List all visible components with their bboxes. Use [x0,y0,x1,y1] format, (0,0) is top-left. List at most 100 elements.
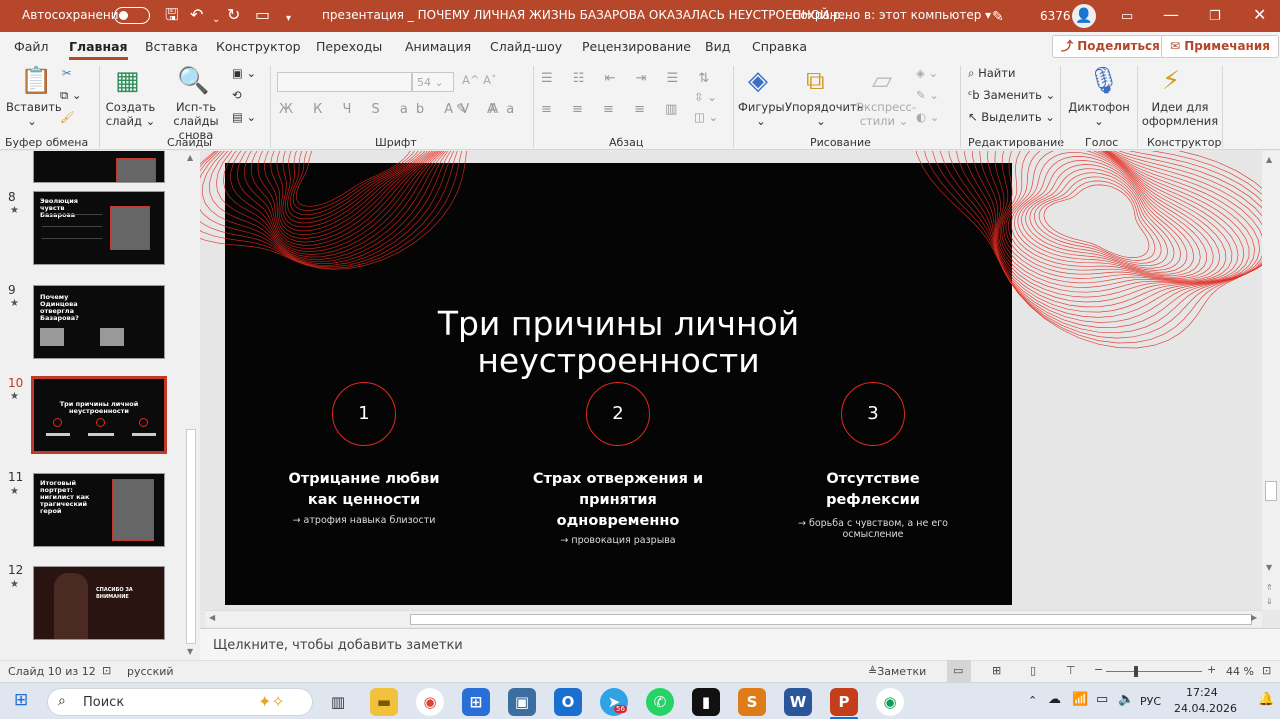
battery-icon[interactable]: ▭ [1096,692,1108,707]
new-slide-button[interactable]: Создать слайд ⌄ [103,100,158,128]
notes-placeholder[interactable]: Щелкните, чтобы добавить заметки [213,638,463,653]
reason-subtext[interactable]: → провокация разрыва [518,535,718,546]
slide-thumbnail-11[interactable]: Итоговый портрет: нигилист как трагическ… [33,473,165,547]
tab-insert[interactable]: Вставка [145,39,198,54]
reason-number-circle[interactable]: 2 [586,382,650,446]
chrome-icon[interactable]: ◉ [416,688,444,716]
select-button[interactable]: ↖ Выделить ⌄ [968,110,1055,124]
clock-date[interactable]: 24.04.2026 [1174,702,1237,715]
text-direction-icon[interactable]: ⇳ ⌄ [694,90,717,104]
shape-fill-icon[interactable]: ◈ ⌄ [916,66,938,80]
reason-heading[interactable]: Страх отвержения и принятия одновременно [518,469,718,532]
tab-animations[interactable]: Анимация [405,39,471,54]
notifications-icon[interactable]: 🔔 [1258,692,1274,707]
tab-transitions[interactable]: Переходы [316,39,382,54]
slide-thumbnail-12[interactable]: спасибо за внимание [33,566,165,640]
horizontal-scrollbar[interactable]: ◀ ▶ [205,610,1262,627]
undo-icon[interactable]: ↶ [190,6,203,24]
spellcheck-icon[interactable]: ⊡ [102,664,111,677]
cut-icon[interactable]: ✂ [62,66,72,80]
normal-view-icon[interactable]: ▭ [953,664,963,677]
clock-time[interactable]: 17:24 [1186,686,1218,699]
reason-heading[interactable]: Отсутствие рефлексии [773,469,973,511]
dictate-button[interactable]: Диктофон ⌄ [1068,100,1130,128]
language-indicator[interactable]: русский [127,665,174,678]
pen-icon[interactable]: ✎ [992,8,1004,26]
fit-to-window-icon[interactable]: ⊡ [1262,664,1271,677]
reason-number-circle[interactable]: 1 [332,382,396,446]
thumbnails-scrollbar[interactable]: ▲ ▼ [184,151,198,661]
slide-sorter-icon[interactable]: ⊞ [992,664,1001,677]
shape-outline-icon[interactable]: ✎ ⌄ [916,88,939,102]
reason-subtext[interactable]: → атрофия навыка близости [264,515,464,526]
chevron-down-icon[interactable]: ⌄ [212,11,220,29]
reset-icon[interactable]: ⟲ [232,88,242,102]
vertical-scrollbar[interactable]: ▲ ▼ ⇑ ⇓ [1262,151,1280,610]
reason-number-circle[interactable]: 3 [841,382,905,446]
tab-view[interactable]: Вид [705,39,730,54]
designer-button[interactable]: Идеи для оформления [1140,100,1220,128]
chrome-profile-icon[interactable]: ◉ [876,688,904,716]
tab-slideshow[interactable]: Слайд-шоу [490,39,562,54]
comments-button[interactable]: ✉ Примечания [1161,35,1279,58]
reason-subtext[interactable]: → борьба с чувством, а не его осмысление [773,518,973,540]
minimize-icon[interactable]: — [1163,6,1179,24]
reading-view-icon[interactable]: ▯ [1030,664,1036,677]
powerpoint-icon[interactable]: P [830,688,858,716]
zoom-out-icon[interactable]: − [1094,663,1103,676]
word-icon[interactable]: W [784,688,812,716]
font-name-box[interactable] [277,72,412,92]
replace-button[interactable]: ᶜb Заменить ⌄ [968,88,1055,102]
slide-thumbnail-8[interactable]: Эволюция чувств Базарова [33,191,165,265]
notion-icon[interactable]: ▮ [692,688,720,716]
close-icon[interactable]: ✕ [1253,6,1266,24]
font-color-buttons[interactable]: ✎ A [456,102,504,117]
input-language[interactable]: РУС [1140,695,1161,708]
share-button[interactable]: ⤴ Поделиться [1052,35,1169,58]
tab-home[interactable]: Главная [69,39,128,60]
app-icon[interactable]: ▣ [508,688,536,716]
find-button[interactable]: ⌕ Найти [968,66,1015,81]
copy-icon[interactable]: ⧉ ⌄ [60,88,82,103]
tab-design[interactable]: Конструктор [216,39,301,54]
ribbon-display-icon[interactable]: ▭ [1121,8,1133,26]
zoom-level[interactable]: 44 % [1226,665,1254,678]
slide-thumbnail-7[interactable] [33,151,165,183]
shape-effects-icon[interactable]: ◐ ⌄ [916,110,939,124]
slide-canvas[interactable]: Три причины личной неустроенности 1 2 3 … [225,163,1012,605]
font-grow-icon[interactable]: A^ Aˇ [462,73,497,87]
sublime-icon[interactable]: S [738,688,766,716]
layout-icon[interactable]: ▣ ⌄ [232,66,256,80]
present-icon[interactable]: ▭ [255,6,270,24]
tab-review[interactable]: Рецензирование [582,39,691,54]
tab-file[interactable]: Файл [14,39,49,54]
redo-icon[interactable]: ↻ [227,6,240,24]
paste-button[interactable]: Вставить ⌄ [6,100,62,128]
tab-help[interactable]: Справка [752,39,807,54]
saved-status[interactable]: Сохранено в: этот компьютер ▾ [792,8,991,22]
align-buttons[interactable]: ≡ ≡ ≡ ≡ ▥ [541,102,685,117]
windows-start-icon[interactable]: ⊞ [14,690,28,710]
quick-styles-button[interactable]: Экспресс-стили ⌄ [856,100,916,128]
search-box[interactable]: ⌕ Поиск ✦✧ [47,688,313,716]
font-size-box[interactable]: 54 ⌄ [412,72,454,92]
section-icon[interactable]: ▤ ⌄ [232,110,256,124]
customize-icon[interactable]: ▾ [286,10,291,28]
avatar[interactable]: 👤 [1072,4,1096,28]
format-painter-icon[interactable]: 🖌 [60,110,75,124]
notes-button[interactable]: ≜Заметки [868,665,926,678]
notes-pane[interactable]: Щелкните, чтобы добавить заметки [200,628,1280,660]
onedrive-icon[interactable]: ☁ [1048,692,1061,707]
slideshow-view-icon[interactable]: ⊤ [1066,664,1076,677]
volume-icon[interactable]: 🔈 [1118,692,1134,707]
autosave-toggle[interactable] [114,7,150,24]
whatsapp-icon[interactable]: ✆ [646,688,674,716]
zoom-in-icon[interactable]: + [1207,663,1216,676]
maximize-icon[interactable]: ❐ [1209,8,1221,26]
arrange-button[interactable]: Упорядочить ⌄ [785,100,864,128]
tray-chevron-icon[interactable]: ⌃ [1028,694,1037,707]
slide-title[interactable]: Три причины личной неустроенности [225,305,1012,379]
shapes-button[interactable]: Фигуры ⌄ [738,100,785,128]
outlook-icon[interactable]: O [554,688,582,716]
network-icon[interactable]: 📶 [1072,692,1088,707]
